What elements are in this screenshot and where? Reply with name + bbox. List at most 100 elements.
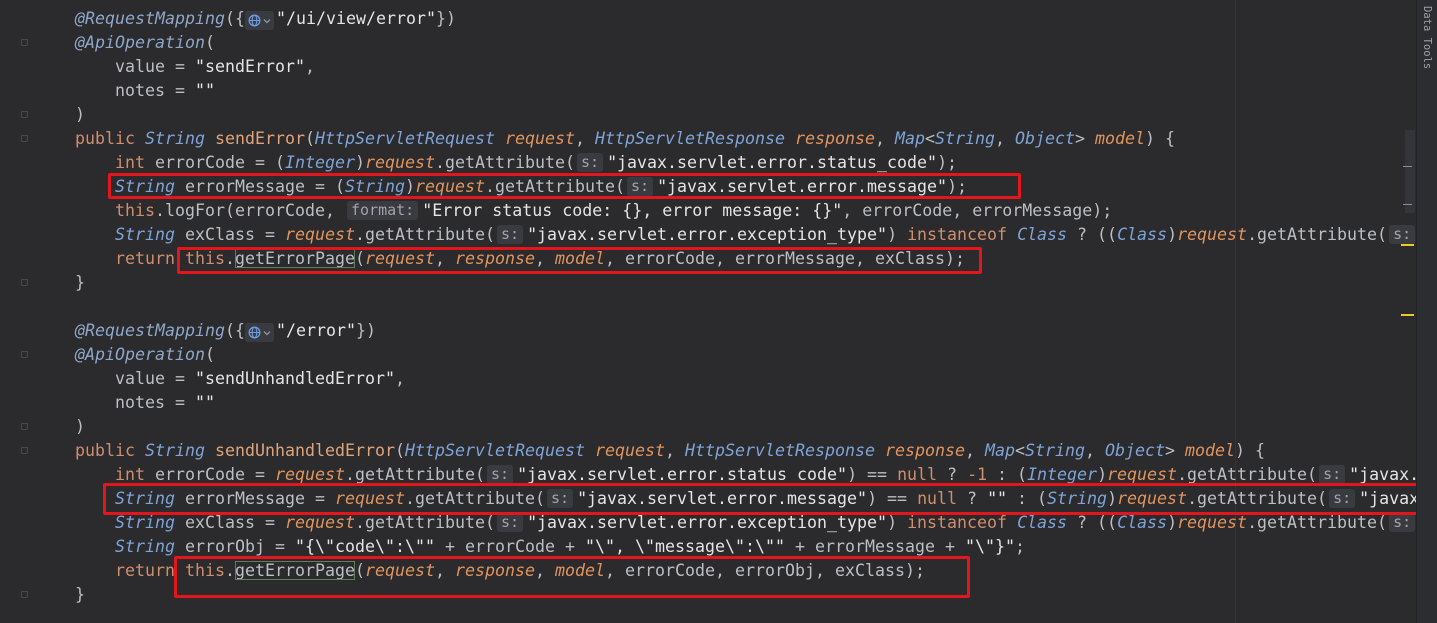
fold-marker-icon[interactable] (21, 447, 28, 454)
code-text[interactable]: value = (75, 369, 195, 388)
string-literal[interactable]: "{\"code\":\"" (295, 537, 435, 556)
code-text[interactable]: ? (937, 465, 967, 484)
code-text[interactable] (75, 561, 115, 580)
parameter-token[interactable]: response (795, 129, 875, 148)
type-token[interactable]: String (935, 129, 995, 148)
string-literal[interactable]: "" (195, 81, 215, 100)
method-name[interactable]: sendUnhandledError (215, 441, 395, 460)
code-text[interactable]: ); (937, 153, 957, 172)
url-inlay-button[interactable] (245, 323, 274, 342)
code-text[interactable]: < (925, 129, 935, 148)
code-text[interactable] (75, 249, 115, 268)
code-text[interactable] (75, 201, 115, 220)
code-line[interactable]: int errorCode = (Integer)request.getAttr… (75, 151, 1416, 175)
code-text[interactable]: , (575, 129, 595, 148)
code-line[interactable]: @RequestMapping({"/ui/view/error"}) (75, 7, 1416, 31)
code-text[interactable]: ) (1097, 465, 1107, 484)
code-text[interactable]: ? (( (1067, 513, 1117, 532)
code-text[interactable]: ) { (1145, 129, 1175, 148)
type-token[interactable]: String (115, 537, 175, 556)
code-text[interactable]: .getAttribute( (345, 465, 485, 484)
code-text[interactable] (1007, 225, 1017, 244)
code-text[interactable] (495, 129, 505, 148)
code-text[interactable]: + errorMessage + (785, 537, 965, 556)
code-text[interactable]: errorCode = (145, 465, 275, 484)
keyword-token[interactable]: int (115, 153, 145, 172)
code-text[interactable] (135, 441, 145, 460)
parameter-token[interactable]: request (285, 225, 355, 244)
keyword-token[interactable]: null (897, 465, 937, 484)
code-text[interactable]: ( (205, 33, 215, 52)
string-literal[interactable]: "\"}" (965, 537, 1015, 556)
parameter-token[interactable]: model (1185, 441, 1235, 460)
code-text[interactable]: , (665, 441, 685, 460)
parameter-token[interactable]: request (1177, 225, 1247, 244)
string-literal[interactable]: "sendUnhandledError" (195, 369, 395, 388)
keyword-token[interactable]: instanceof (907, 513, 1007, 532)
code-line[interactable]: value = "sendUnhandledError", (75, 367, 1416, 391)
code-text[interactable]: } (75, 585, 85, 604)
code-line[interactable]: value = "sendError", (75, 55, 1416, 79)
keyword-token[interactable]: return (115, 249, 175, 268)
code-text[interactable]: ) (1167, 225, 1177, 244)
code-text[interactable]: .getAttribute( (1247, 225, 1387, 244)
fold-marker-icon[interactable] (21, 279, 28, 286)
code-line[interactable]: } (75, 271, 1416, 295)
code-text[interactable] (585, 441, 595, 460)
code-line[interactable]: public String sendUnhandledError(HttpSer… (75, 439, 1416, 463)
type-token[interactable]: Class (1117, 513, 1167, 532)
code-text[interactable] (785, 129, 795, 148)
code-text[interactable] (75, 513, 115, 532)
code-text[interactable]: , (305, 57, 315, 76)
type-token[interactable]: String (115, 513, 175, 532)
code-text[interactable]: ) { (1235, 441, 1265, 460)
parameter-token[interactable]: request (275, 465, 345, 484)
fold-marker-icon[interactable] (21, 111, 28, 118)
code-text[interactable] (135, 129, 145, 148)
parameter-token[interactable]: request (1107, 465, 1177, 484)
string-literal[interactable]: "sendError" (195, 57, 305, 76)
code-text[interactable]: ) (355, 153, 365, 172)
type-token[interactable]: Map (985, 441, 1015, 460)
string-literal[interactable]: "javax.servlet.error.exception_type" (527, 225, 887, 244)
parameter-token[interactable]: request (1177, 513, 1247, 532)
code-text[interactable]: value = (75, 57, 195, 76)
code-text[interactable]: > (1075, 129, 1095, 148)
code-text[interactable]: , (995, 129, 1015, 148)
code-text[interactable]: , (395, 369, 405, 388)
chevron-down-icon[interactable] (263, 329, 271, 337)
code-text[interactable]: ) (887, 513, 907, 532)
data-tools-tab[interactable]: Data Tools (1421, 6, 1433, 69)
keyword-token[interactable]: this (115, 201, 155, 220)
scrollbar-thumb[interactable] (1405, 130, 1415, 213)
code-text[interactable]: ( (395, 441, 405, 460)
code-text[interactable]: ) (75, 105, 85, 124)
code-text[interactable] (205, 441, 215, 460)
code-text[interactable]: exClass = (175, 513, 285, 532)
type-token[interactable]: String (145, 441, 205, 460)
code-text[interactable]: }) (356, 321, 376, 340)
code-text[interactable]: .getAttribute( (1177, 465, 1317, 484)
warning-marker[interactable] (1401, 314, 1414, 316)
type-token[interactable]: HttpServletResponse (685, 441, 875, 460)
type-token[interactable]: Class (1017, 513, 1067, 532)
code-line[interactable]: @ApiOperation( (75, 343, 1416, 367)
code-line[interactable]: @ApiOperation( (75, 31, 1416, 55)
type-token[interactable]: Object (1015, 129, 1075, 148)
code-text[interactable]: , errorCode, errorMessage); (842, 201, 1112, 220)
annotation-token[interactable]: @ApiOperation (75, 33, 205, 52)
annotation-token[interactable]: @RequestMapping (75, 9, 225, 28)
fold-marker-icon[interactable] (21, 39, 28, 46)
keyword-token[interactable]: int (115, 465, 145, 484)
code-line[interactable] (75, 295, 1416, 319)
warning-marker[interactable] (1401, 244, 1414, 246)
code-text[interactable]: .getAttribute( (435, 153, 575, 172)
fold-marker-icon[interactable] (21, 135, 28, 142)
annotation-token[interactable]: @RequestMapping (75, 321, 225, 340)
string-literal[interactable]: "" (195, 393, 215, 412)
type-token[interactable]: HttpServletResponse (595, 129, 785, 148)
code-line[interactable]: notes = "" (75, 391, 1416, 415)
code-text[interactable]: ) (887, 225, 907, 244)
code-text[interactable]: notes = (75, 393, 195, 412)
code-text[interactable]: ) == (847, 465, 897, 484)
